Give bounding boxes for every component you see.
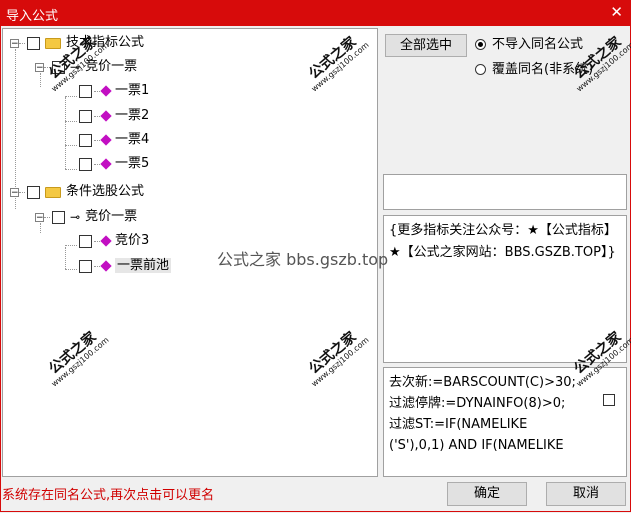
tree-node-bidding[interactable]: − ⊸ 竞价一票 [35,57,137,77]
formula-icon [100,260,112,272]
tree-node-label: 竞价一票 [85,209,138,224]
tree-leaf-label: 一票5 [115,156,150,171]
close-icon[interactable]: ✕ [610,3,623,21]
tree-node-label: 技术指标公式 [66,35,145,50]
formula-line: 过滤ST:=IF(NAMELIKE [389,417,528,432]
expander-icon[interactable]: − [35,212,44,222]
tree-leaf-label: 一票4 [115,132,150,147]
tree-node-technical-indicators[interactable]: − 技术指标公式 [10,33,144,53]
expander-icon[interactable]: − [10,187,19,197]
tree-line [65,169,77,170]
formula-line: 过滤停牌:=DYNAINFO(8)>0; [389,396,566,411]
formula-preview: 去次新:=BARSCOUNT(C)>30; 过滤停牌:=DYNAINFO(8)>… [383,367,627,477]
formula-icon [100,158,112,170]
expander-icon[interactable]: − [35,62,44,72]
tree-leaf-label: 一票2 [115,108,150,123]
tree-line [65,121,77,122]
tree-node-label: 竞价一票 [85,59,138,74]
checkbox[interactable] [79,109,92,123]
tree-node-bidding-2[interactable]: − ⊸ 竞价一票 [35,207,137,227]
title-bar: 导入公式 ✕ [0,0,631,26]
preview-checkbox[interactable] [603,394,615,406]
ok-button[interactable]: 确定 [447,482,527,506]
tree-node-label: 条件选股公式 [66,184,145,199]
checkbox[interactable] [79,234,92,248]
radio-unselected-icon[interactable] [475,64,486,75]
description-box: {更多指标关注公众号：★【公式指标】★【公式之家网站：BBS.GSZB.TOP】… [383,215,627,363]
tree-line [65,96,77,97]
radio-label: 不导入同名公式 [492,37,584,52]
key-icon: ⊸ [70,60,81,74]
radio-selected-icon[interactable] [475,39,486,50]
formula-line: ('S'),0,1) AND IF(NAMELIKE [389,438,564,453]
checkbox[interactable] [52,60,65,74]
cancel-button[interactable]: 取消 [546,482,626,506]
select-all-button[interactable]: 全部选中 [385,34,467,57]
tree-leaf[interactable]: 竞价3 [77,231,149,251]
formula-icon [100,85,112,97]
description-text: {更多指标关注公众号：★【公式指标】★【公式之家网站：BBS.GSZB.TOP】… [389,223,617,260]
status-message: 系统存在同名公式,再次点击可以更名 [2,488,215,503]
formula-icon [100,235,112,247]
folder-icon [45,37,61,49]
radio-overwrite[interactable]: 覆盖同名(非系统) [475,61,593,79]
tree-node-stock-selection[interactable]: − 条件选股公式 [10,182,144,202]
formula-tree[interactable]: − 技术指标公式 − ⊸ 竞价一票 一票1 一票2 一票4 一票5 − 条件选股公式 −… [2,28,378,477]
folder-icon [45,186,61,198]
window-title: 导入公式 [6,9,59,24]
formula-line: 去次新:=BARSCOUNT(C)>30; [389,375,576,390]
key-icon: ⊸ [70,210,81,224]
radio-no-import[interactable]: 不导入同名公式 [475,36,583,54]
tree-leaf-label: 一票前池 [115,258,172,273]
expander-icon[interactable]: − [10,38,19,48]
tree-line [65,269,77,270]
tree-line [65,245,77,246]
tree-leaf-label: 竞价3 [115,233,150,248]
checkbox[interactable] [79,259,92,273]
tree-line [65,145,77,146]
checkbox[interactable] [79,157,92,171]
checkbox[interactable] [79,84,92,98]
tree-leaf-label: 一票1 [115,83,150,98]
radio-label: 覆盖同名(非系统) [492,62,594,77]
checkbox[interactable] [27,36,40,50]
checkbox[interactable] [27,185,40,199]
tree-leaf[interactable]: 一票1 [77,81,149,101]
tree-line [65,247,66,269]
tree-leaf[interactable]: 一票4 [77,130,149,150]
tree-leaf-selected[interactable]: 一票前池 [77,256,172,276]
tree-line [65,97,66,169]
info-box [383,174,627,210]
tree-leaf[interactable]: 一票2 [77,106,149,126]
formula-icon [100,134,112,146]
checkbox[interactable] [52,210,65,224]
checkbox[interactable] [79,133,92,147]
tree-leaf[interactable]: 一票5 [77,154,149,174]
formula-icon [100,110,112,122]
